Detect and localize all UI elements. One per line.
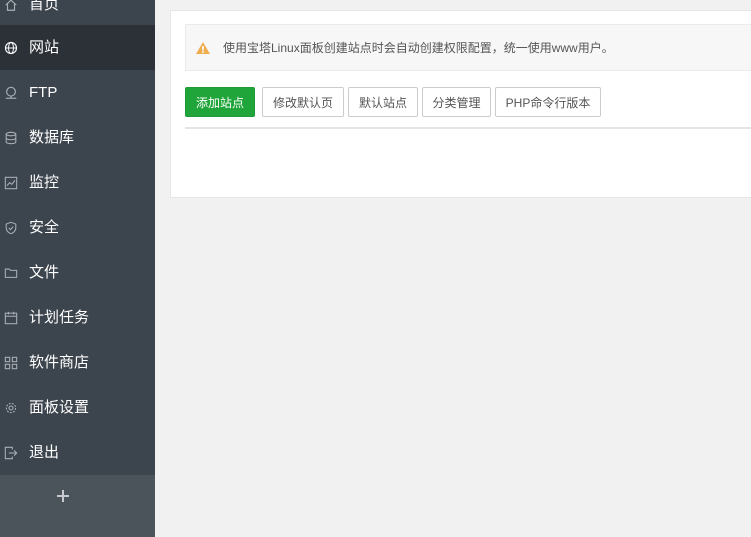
add-site-button[interactable]: 添加站点 <box>185 87 255 117</box>
sidebar-item-files[interactable]: 文件 <box>0 250 155 295</box>
ftp-icon <box>3 85 19 101</box>
sidebar-item-label: 计划任务 <box>29 308 90 326</box>
sidebar-item-label: 网站 <box>29 38 60 56</box>
logout-icon <box>3 445 19 461</box>
default-site-button[interactable]: 默认站点 <box>348 87 418 117</box>
sidebar-item-label: 面板设置 <box>29 398 90 416</box>
sidebar-item-database[interactable]: 数据库 <box>0 115 155 160</box>
warning-icon <box>195 41 211 55</box>
grid-icon <box>3 355 19 371</box>
sidebar-item-home[interactable]: 首页 <box>0 0 155 27</box>
add-shortcut-button[interactable] <box>52 485 74 507</box>
edit-default-page-button[interactable]: 修改默认页 <box>262 87 344 117</box>
sidebar-item-logout[interactable]: 退出 <box>0 430 155 475</box>
sidebar-item-label: 安全 <box>29 218 60 236</box>
php-cli-version-button[interactable]: PHP命令行版本 <box>495 87 601 117</box>
calendar-icon <box>3 310 19 326</box>
table-divider <box>185 127 751 129</box>
sidebar-item-cron[interactable]: 计划任务 <box>0 295 155 340</box>
shield-icon <box>3 220 19 236</box>
monitor-icon <box>3 175 19 191</box>
sidebar-item-label: 退出 <box>29 443 60 461</box>
sidebar-item-label: 文件 <box>29 263 60 281</box>
sidebar-item-ftp[interactable]: FTP <box>0 70 155 115</box>
gear-icon <box>3 400 19 416</box>
notice-banner: 使用宝塔Linux面板创建站点时会自动创建权限配置，统一使用www用户。 <box>185 24 751 71</box>
sidebar-add-area <box>0 475 155 537</box>
category-manage-button[interactable]: 分类管理 <box>422 87 491 117</box>
sidebar-item-label: 监控 <box>29 173 60 191</box>
sidebar-item-store[interactable]: 软件商店 <box>0 340 155 385</box>
folder-icon <box>3 265 19 281</box>
globe-icon <box>3 40 19 56</box>
plus-icon <box>57 490 69 502</box>
sidebar-item-label: FTP <box>29 83 58 101</box>
sidebar-item-label: 软件商店 <box>29 353 90 371</box>
database-icon <box>3 130 19 146</box>
sidebar-item-monitor[interactable]: 监控 <box>0 160 155 205</box>
sidebar-item-security[interactable]: 安全 <box>0 205 155 250</box>
notice-text: 使用宝塔Linux面板创建站点时会自动创建权限配置，统一使用www用户。 <box>223 41 614 55</box>
sidebar-item-website[interactable]: 网站 <box>0 25 155 70</box>
sidebar-item-label: 数据库 <box>29 128 75 146</box>
home-icon <box>3 0 19 13</box>
sidebar-item-settings[interactable]: 面板设置 <box>0 385 155 430</box>
sidebar-item-label: 首页 <box>29 0 60 13</box>
